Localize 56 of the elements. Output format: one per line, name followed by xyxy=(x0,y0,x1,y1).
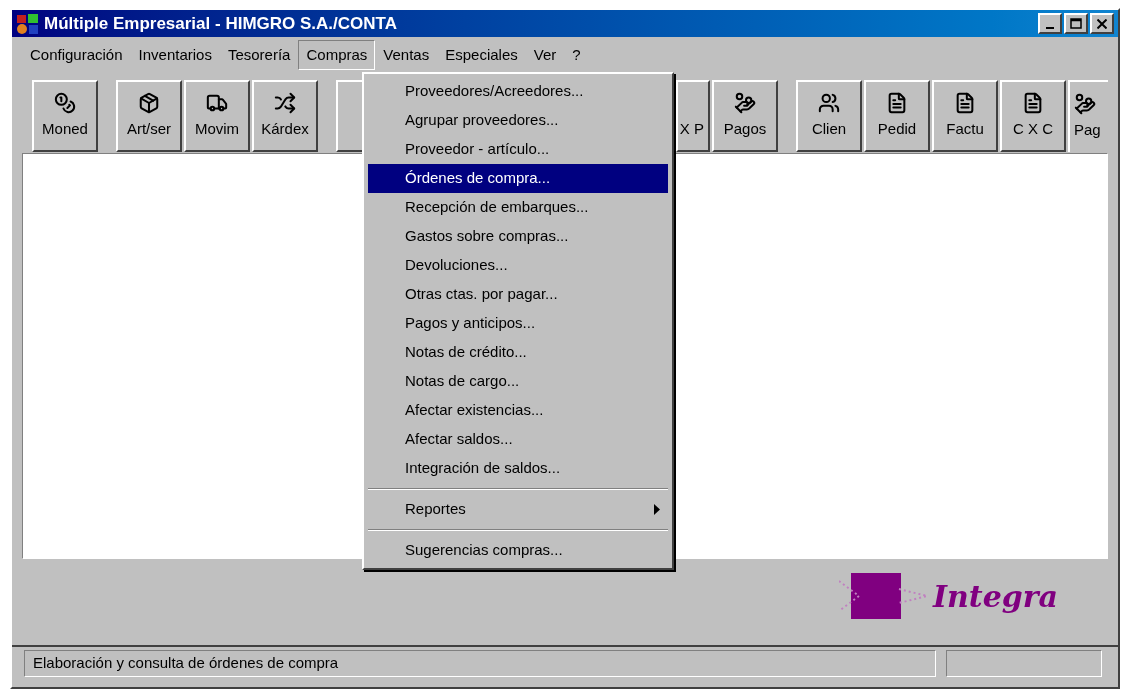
app-logo-icon xyxy=(16,12,40,35)
toolbar-button[interactable]: Pag xyxy=(1068,80,1108,152)
menu-item[interactable]: Notas de crédito... xyxy=(368,338,668,367)
menu-bar-item[interactable]: Configuración xyxy=(22,40,131,70)
close-icon xyxy=(1097,18,1107,29)
toolbar-button[interactable]: Art/ser xyxy=(116,80,182,152)
toolbar-button[interactable]: Pedid xyxy=(864,80,930,152)
menu-item[interactable]: Otras ctas. por pagar... xyxy=(368,280,668,309)
menu-bar-item[interactable]: Ventas xyxy=(375,40,438,70)
menu-bar-item[interactable]: Ver xyxy=(525,40,565,70)
menu-item[interactable]: Devoluciones... xyxy=(368,251,668,280)
menu-bar-item[interactable]: Compras xyxy=(298,40,376,70)
minimize-button[interactable] xyxy=(1038,13,1062,34)
integra-logo: Integra xyxy=(839,571,1058,621)
toolbar-button[interactable]: X P xyxy=(676,80,710,152)
toolbar-button[interactable]: Factu xyxy=(932,80,998,152)
menu-item[interactable]: Proveedores/Acreedores... xyxy=(368,77,668,106)
menu-item[interactable]: Órdenes de compra... xyxy=(368,164,668,193)
menu-item[interactable]: Pagos y anticipos... xyxy=(368,309,668,338)
menu-item[interactable]: Reportes xyxy=(368,495,668,524)
menu-item[interactable]: Afectar existencias... xyxy=(368,396,668,425)
toolbar-icon xyxy=(138,91,160,114)
toolbar-icon xyxy=(1022,91,1044,114)
menu-bar-item[interactable]: ? xyxy=(564,40,589,70)
toolbar-icon xyxy=(734,91,756,114)
close-button[interactable] xyxy=(1090,13,1114,34)
menu-item[interactable]: Agrupar proveedores... xyxy=(368,106,668,135)
toolbar-button[interactable]: Kárdex xyxy=(252,80,318,152)
menu-item[interactable]: Gastos sobre compras... xyxy=(368,222,668,251)
window-title: Múltiple Empresarial - HIMGRO S.A./CONTA xyxy=(44,12,397,35)
toolbar-icon xyxy=(818,91,840,114)
logo-mark-icon xyxy=(839,571,929,621)
toolbar-button[interactable]: Pagos xyxy=(712,80,778,152)
toolbar-icon xyxy=(954,91,976,114)
submenu-arrow-icon xyxy=(654,504,660,515)
toolbar-icon xyxy=(274,91,296,114)
menu-item[interactable]: Recepción de embarques... xyxy=(368,193,668,222)
maximize-button[interactable] xyxy=(1064,13,1088,34)
toolbar-icon xyxy=(1074,92,1096,115)
toolbar-icon xyxy=(886,91,908,114)
toolbar-icon xyxy=(54,91,76,114)
menu-item[interactable]: Afectar saldos... xyxy=(368,425,668,454)
toolbar-button[interactable]: Movim xyxy=(184,80,250,152)
menu-bar-item[interactable]: Inventarios xyxy=(130,40,220,70)
menu-item[interactable]: Sugerencias compras... xyxy=(368,536,668,565)
toolbar-button[interactable]: C X C xyxy=(1000,80,1066,152)
status-message: Elaboración y consulta de órdenes de compra xyxy=(24,650,936,677)
maximize-icon xyxy=(1070,18,1082,29)
toolbar-button[interactable]: Clien xyxy=(796,80,862,152)
menu-bar-item[interactable]: Especiales xyxy=(437,40,526,70)
menu-item[interactable]: Proveedor - artículo... xyxy=(368,135,668,164)
menu-bar-item[interactable]: Tesorería xyxy=(219,40,299,70)
toolbar-button[interactable]: Moned xyxy=(32,80,98,152)
menu-item[interactable]: Notas de cargo... xyxy=(368,367,668,396)
menu-item[interactable]: Integración de saldos... xyxy=(368,454,668,483)
minimize-icon xyxy=(1046,26,1054,29)
